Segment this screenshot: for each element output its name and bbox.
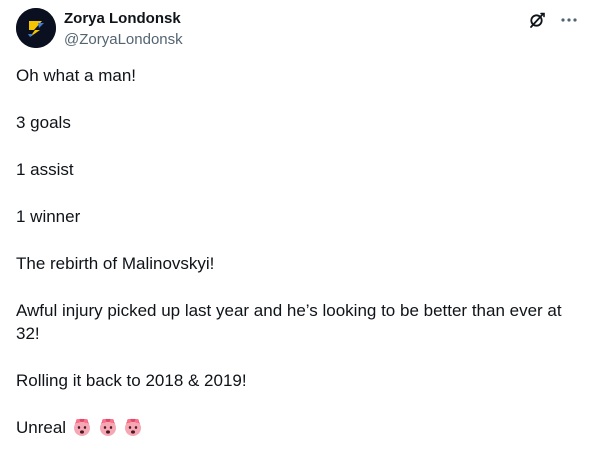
display-name[interactable]: Zorya Londonsk	[64, 10, 183, 28]
tweet-line: 3 goals	[16, 113, 71, 132]
exploding-head-icon	[73, 418, 90, 436]
tweet-line: The rebirth of Malinovskyi!	[16, 254, 215, 273]
tweet-line: 1 assist	[16, 160, 74, 179]
handle[interactable]: @ZoryaLondonsk	[64, 30, 183, 49]
author-info: Zorya Londonsk @ZoryaLondonsk	[64, 10, 183, 49]
tweet-line: Oh what a man!	[16, 66, 137, 85]
tweet-text: Oh what a man! 3 goals 1 assist 1 winner…	[16, 64, 581, 439]
tweet-line: Awful injury picked up last year and he’…	[16, 301, 562, 343]
zorya-logo-icon	[16, 8, 56, 48]
exploding-head-icon	[125, 418, 142, 436]
tweet-line: Unreal	[16, 418, 67, 437]
more-dots-icon[interactable]	[559, 10, 579, 30]
tweet-line: Rolling it back to 2018 & 2019!	[16, 371, 247, 390]
top-actions	[527, 10, 579, 30]
tweet-last-line: Unreal	[16, 416, 581, 439]
grok-icon[interactable]	[527, 10, 547, 30]
exploding-head-icon	[99, 418, 116, 436]
tweet-card: Zorya Londonsk @ZoryaLondonsk Oh what a …	[0, 0, 591, 451]
avatar[interactable]	[16, 8, 56, 48]
tweet-line: 1 winner	[16, 207, 81, 226]
